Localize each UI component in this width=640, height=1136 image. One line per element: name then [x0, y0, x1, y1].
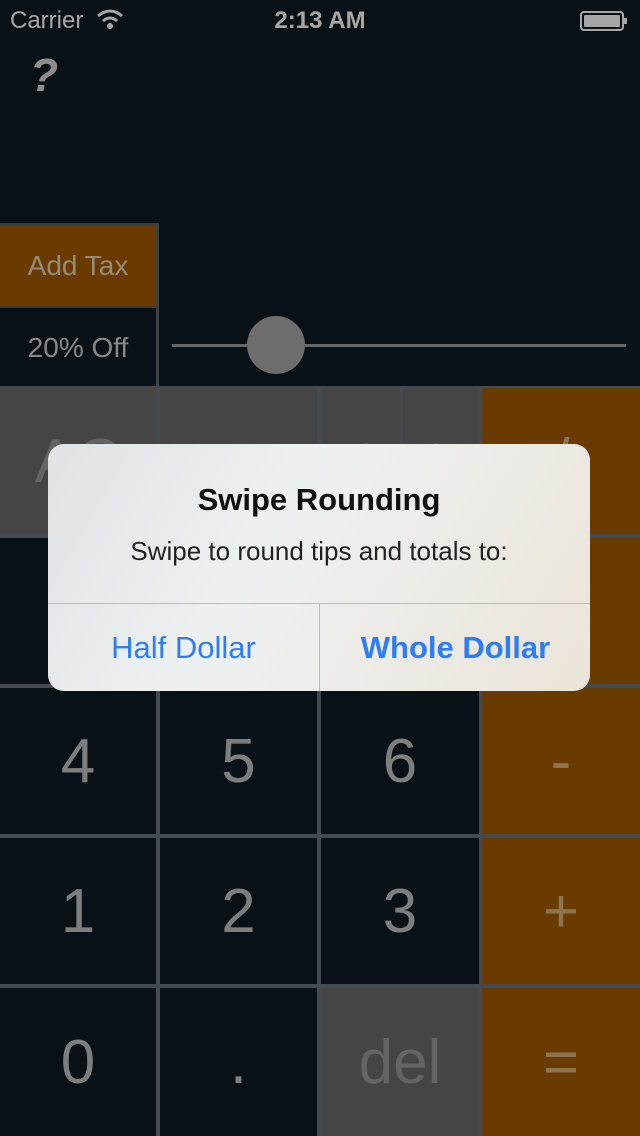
whole-dollar-button[interactable]: Whole Dollar: [320, 604, 590, 691]
alert-message: Swipe to round tips and totals to:: [130, 536, 508, 566]
swipe-rounding-alert: Swipe Rounding Swipe to round tips and t…: [48, 444, 590, 691]
half-dollar-button[interactable]: Half Dollar: [48, 604, 319, 691]
alert-title: Swipe Rounding: [197, 482, 441, 517]
